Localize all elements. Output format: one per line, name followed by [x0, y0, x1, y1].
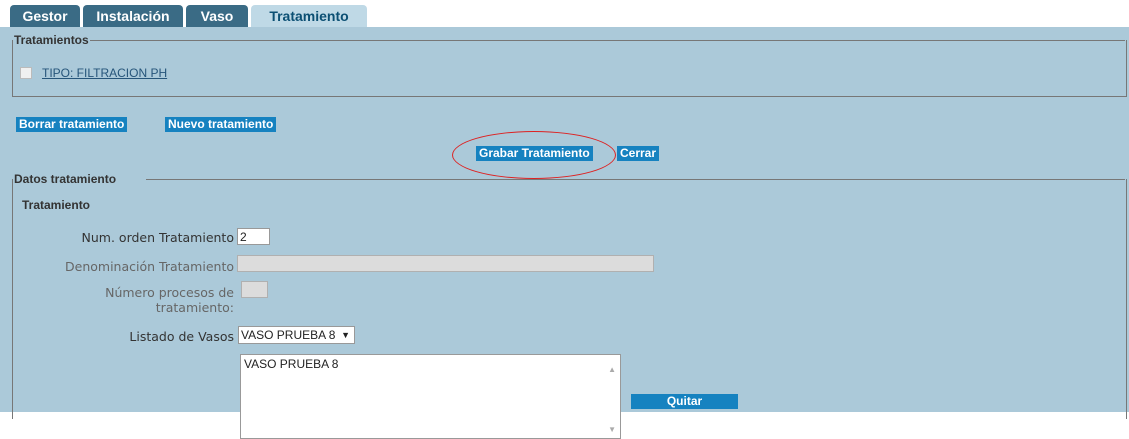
fieldset-border: [12, 40, 13, 46]
denominacion-label: Denominación Tratamiento: [65, 259, 234, 274]
tab-vaso[interactable]: Vaso: [186, 5, 248, 27]
tratamiento-checkbox[interactable]: [20, 67, 32, 79]
tab-tratamiento[interactable]: Tratamiento: [251, 5, 367, 27]
denominacion-input[interactable]: [237, 255, 654, 272]
listado-vasos-selected: VASO PRUEBA 8: [241, 328, 336, 342]
num-procesos-label: Número procesos de tratamiento:: [12, 285, 234, 315]
listado-vasos-select[interactable]: VASO PRUEBA 8 ▼: [238, 326, 355, 344]
num-procesos-label-line1: Número procesos de: [105, 285, 234, 300]
section-title: Tratamiento: [22, 198, 91, 212]
quitar-button[interactable]: Quitar: [631, 394, 738, 409]
tratamiento-link[interactable]: TIPO: FILTRACION PH: [42, 66, 167, 80]
main-panel: TIPO: FILTRACION PH Tratamientos Borrar …: [0, 27, 1129, 439]
cerrar-button[interactable]: Cerrar: [617, 146, 660, 161]
num-orden-input[interactable]: 2: [237, 228, 270, 245]
highlight-oval: [452, 131, 616, 179]
dropdown-arrow-icon: ▼: [341, 330, 350, 340]
vasos-list-item[interactable]: VASO PRUEBA 8: [244, 357, 617, 371]
fieldset-border: [12, 179, 13, 185]
datos-tratamiento-legend: Datos tratamiento: [14, 172, 117, 186]
fieldset-border: [90, 40, 1125, 41]
tab-gestor[interactable]: Gestor: [10, 5, 80, 27]
nuevo-tratamiento-button[interactable]: Nuevo tratamiento: [165, 117, 277, 132]
tratamiento-item[interactable]: TIPO: FILTRACION PH: [20, 66, 167, 80]
listado-vasos-label: Listado de Vasos: [129, 329, 234, 344]
tratamientos-legend: Tratamientos: [14, 33, 89, 47]
vasos-listbox[interactable]: VASO PRUEBA 8 ▲ ▼: [240, 354, 621, 439]
num-procesos-label-line2: tratamiento:: [155, 300, 234, 315]
tab-instalacion[interactable]: Instalación: [83, 5, 183, 27]
num-procesos-input[interactable]: [241, 281, 268, 298]
listbox-scrollbar[interactable]: ▲ ▼: [603, 355, 620, 438]
scroll-down-icon[interactable]: ▼: [608, 425, 616, 434]
tratamientos-fieldset: TIPO: FILTRACION PH: [12, 40, 1127, 97]
fieldset-border: [146, 179, 1125, 180]
scroll-up-icon[interactable]: ▲: [608, 365, 616, 374]
borrar-tratamiento-button[interactable]: Borrar tratamiento: [16, 117, 128, 132]
num-orden-label: Num. orden Tratamiento: [81, 230, 234, 245]
